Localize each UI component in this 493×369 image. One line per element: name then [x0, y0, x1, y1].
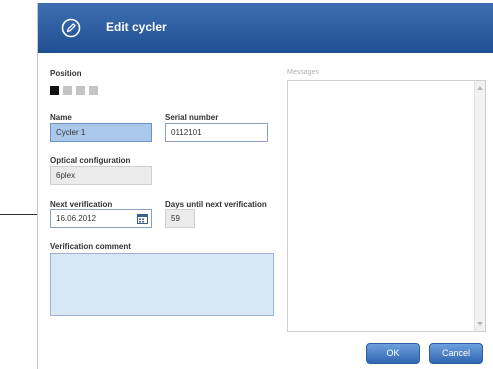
scroll-up-icon[interactable]	[477, 86, 483, 90]
next-verification-date-field[interactable]: 16.06.2012	[50, 209, 152, 228]
days-until-label: Days until next verification	[165, 200, 267, 209]
messages-scrollbar[interactable]	[474, 81, 485, 331]
position-label: Position	[50, 69, 82, 78]
name-field[interactable]: Cycler 1	[50, 123, 152, 142]
next-verification-value: 16.06.2012	[56, 214, 97, 223]
dialog-title: Edit cycler	[106, 20, 167, 34]
edit-cycler-dialog: Edit cycler Position Name Cycler 1 Seria…	[37, 3, 493, 369]
next-verification-label: Next verification	[50, 200, 113, 209]
dialog-title-bar: Edit cycler	[38, 3, 493, 53]
position-slot-1[interactable]	[50, 86, 59, 95]
cancel-button[interactable]: Cancel	[429, 343, 483, 364]
serial-number-field[interactable]: 0112101	[165, 123, 268, 142]
verification-comment-label: Verification comment	[50, 242, 131, 251]
messages-panel	[287, 80, 486, 332]
messages-label: Messages	[287, 69, 319, 76]
ok-button[interactable]: OK	[366, 343, 420, 364]
calendar-icon[interactable]	[137, 214, 148, 224]
serial-number-label: Serial number	[165, 113, 219, 122]
position-slot-3[interactable]	[76, 86, 85, 95]
optical-configuration-field: 6plex	[50, 166, 152, 185]
scroll-down-icon[interactable]	[477, 322, 483, 326]
position-slot-2[interactable]	[63, 86, 72, 95]
optical-configuration-label: Optical configuration	[50, 156, 131, 165]
name-label: Name	[50, 113, 72, 122]
edit-pencil-icon	[61, 18, 81, 38]
position-slot-4[interactable]	[89, 86, 98, 95]
verification-comment-textarea[interactable]	[50, 253, 274, 316]
days-until-field: 59	[165, 209, 195, 228]
